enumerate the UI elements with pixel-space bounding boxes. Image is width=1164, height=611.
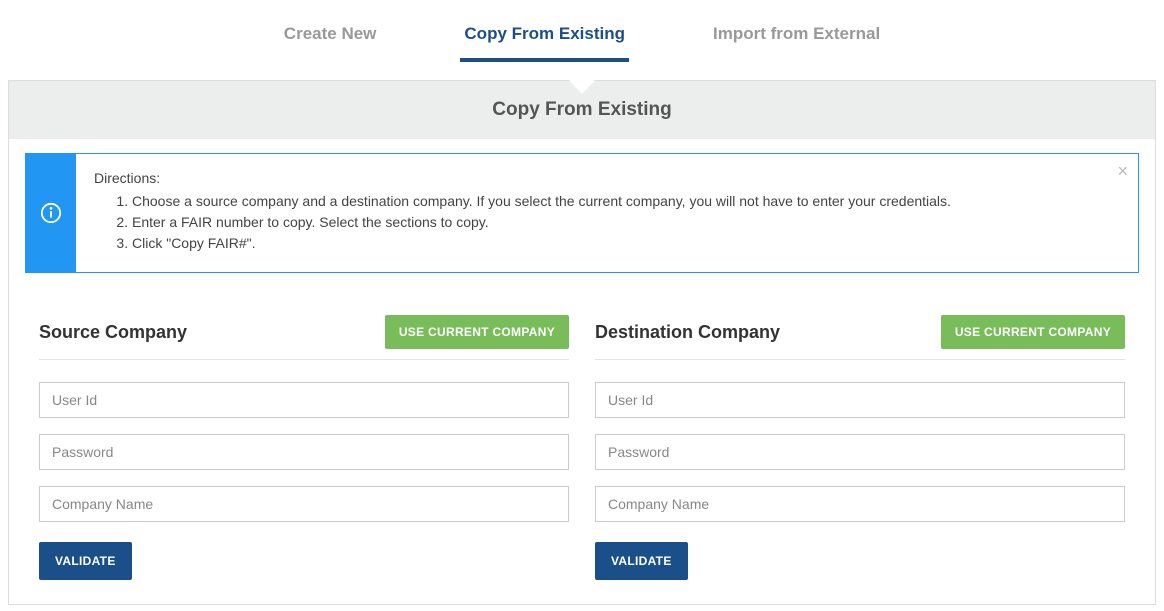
tab-copy-from-existing[interactable]: Copy From Existing <box>460 16 629 62</box>
main-panel: Copy From Existing Directions: Choose a … <box>8 80 1156 605</box>
source-validate-button[interactable]: Validate <box>39 542 132 580</box>
destination-company-section: Destination Company Use Current Company … <box>595 315 1125 580</box>
panel-header: Copy From Existing <box>9 81 1155 139</box>
tab-create-new[interactable]: Create New <box>280 16 381 62</box>
directions-step-2: Enter a FAIR number to copy. Select the … <box>132 212 1108 233</box>
source-company-name-input[interactable] <box>39 486 569 522</box>
destination-validate-button[interactable]: Validate <box>595 542 688 580</box>
close-icon[interactable]: × <box>1117 162 1128 180</box>
directions-title: Directions: <box>94 168 1108 189</box>
source-password-input[interactable] <box>39 434 569 470</box>
directions-step-1: Choose a source company and a destinatio… <box>132 191 1108 212</box>
destination-password-input[interactable] <box>595 434 1125 470</box>
directions-step-3: Click "Copy FAIR#". <box>132 233 1108 254</box>
destination-user-id-input[interactable] <box>595 382 1125 418</box>
tab-import-external[interactable]: Import from External <box>709 16 884 62</box>
info-icon <box>26 154 76 272</box>
source-use-current-button[interactable]: Use Current Company <box>385 315 569 349</box>
source-company-title: Source Company <box>39 322 187 343</box>
destination-company-name-input[interactable] <box>595 486 1125 522</box>
destination-use-current-button[interactable]: Use Current Company <box>941 315 1125 349</box>
tab-bar: Create New Copy From Existing Import fro… <box>8 0 1156 62</box>
panel-title: Copy From Existing <box>492 99 671 120</box>
source-company-section: Source Company Use Current Company Valid… <box>39 315 569 580</box>
destination-company-title: Destination Company <box>595 322 780 343</box>
directions-alert: Directions: Choose a source company and … <box>25 153 1139 273</box>
source-user-id-input[interactable] <box>39 382 569 418</box>
